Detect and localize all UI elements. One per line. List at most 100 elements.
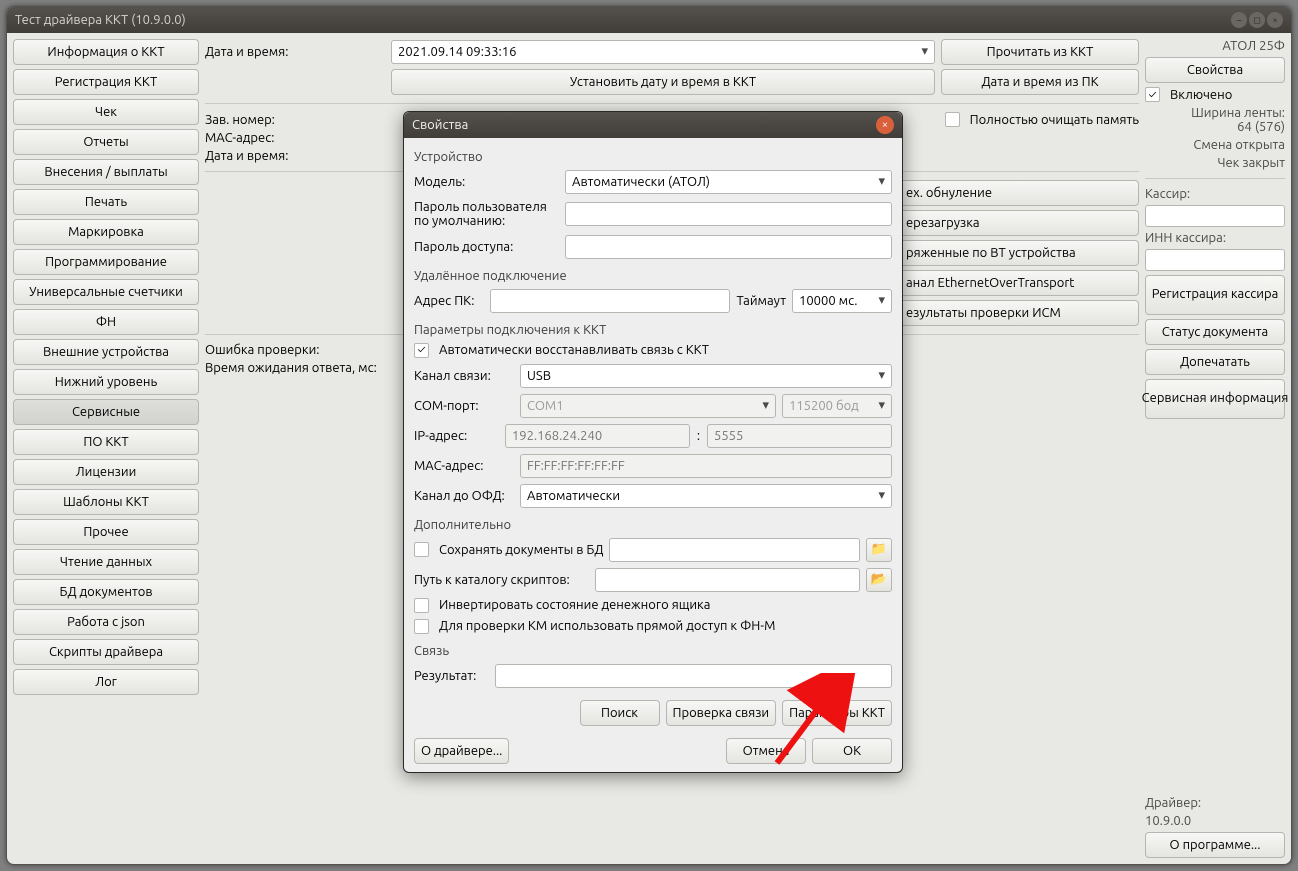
nav-other[interactable]: Прочее (13, 519, 199, 545)
nav-info-kkt[interactable]: Информация о ККТ (13, 39, 199, 65)
btn-reboot[interactable]: ерезагрузка (899, 210, 1139, 236)
nav-reg-kkt[interactable]: Регистрация ККТ (13, 69, 199, 95)
input-pc-address[interactable] (490, 289, 730, 313)
nav-print[interactable]: Печать (13, 189, 199, 215)
label-channel: Канал связи: (414, 369, 514, 383)
label-ip: IP-адрес: (414, 429, 499, 443)
input-ip (505, 424, 690, 448)
nav-templates[interactable]: Шаблоны ККТ (13, 489, 199, 515)
select-ofd-channel[interactable]: Автоматически (520, 484, 892, 508)
nav-scripts[interactable]: Скрипты драйвера (13, 639, 199, 665)
browse-db-icon[interactable]: 📁 (866, 538, 892, 562)
minimize-icon[interactable]: – (1231, 12, 1247, 28)
group-connection: Параметры подключения к ККТ (414, 323, 892, 337)
select-channel[interactable]: USB (520, 364, 892, 388)
checkbox-clear-memory[interactable] (945, 112, 960, 127)
label-inn: ИНН кассира: (1145, 231, 1285, 245)
nav-lowlevel[interactable]: Нижний уровень (13, 369, 199, 395)
input-cashier[interactable] (1145, 205, 1285, 227)
btn-check-connection[interactable]: Проверка связи (666, 700, 777, 726)
nav-read-data[interactable]: Чтение данных (13, 549, 199, 575)
select-model[interactable]: Автоматически (АТОЛ) (565, 170, 892, 194)
select-com-port: COM1 (520, 394, 776, 418)
label-datetime: Дата и время: (205, 45, 385, 59)
maximize-icon[interactable]: ◻ (1249, 12, 1265, 28)
input-mac (520, 454, 892, 478)
nav-programming[interactable]: Программирование (13, 249, 199, 275)
browse-scripts-icon[interactable]: 📂 (866, 568, 892, 592)
input-user-password[interactable] (565, 202, 892, 226)
group-extra: Дополнительно (414, 518, 892, 532)
btn-datetime-pc[interactable]: Дата и время из ПК (941, 69, 1139, 95)
btn-ethernet[interactable]: анал EthernetOverTransport (899, 270, 1139, 296)
label-auto-restore: Автоматически восстанавливать связь с КК… (439, 343, 709, 357)
btn-set-datetime[interactable]: Установить дату и время в ККТ (391, 69, 935, 95)
input-port (707, 424, 892, 448)
nav-payments[interactable]: Внесения / выплаты (13, 159, 199, 185)
btn-ism-results[interactable]: езультаты проверки ИСМ (899, 300, 1139, 326)
label-com-port: COM-порт: (414, 399, 514, 413)
input-result[interactable] (495, 664, 892, 688)
label-scripts-path: Путь к каталогу скриптов: (414, 573, 589, 587)
left-nav: Информация о ККТ Регистрация ККТ Чек Отч… (13, 39, 199, 858)
driver-version: 10.9.0.0 (1145, 814, 1285, 828)
label-dt: Дата и время: (205, 149, 385, 163)
nav-service[interactable]: Сервисные (13, 399, 199, 425)
btn-cancel[interactable]: Отмена (726, 738, 806, 764)
tape-width: Ширина ленты: 64 (576) (1145, 106, 1285, 134)
properties-dialog: Свойства × Устройство Модель: Автоматиче… (403, 111, 903, 773)
nav-external[interactable]: Внешние устройства (13, 339, 199, 365)
nav-marking[interactable]: Маркировка (13, 219, 199, 245)
dialog-title: Свойства (412, 118, 468, 132)
btn-search[interactable]: Поиск (580, 700, 660, 726)
btn-service-info[interactable]: Сервисная информация (1145, 379, 1285, 419)
nav-cheque[interactable]: Чек (13, 99, 199, 125)
checkbox-direct-fnm[interactable] (414, 619, 429, 634)
model-name: АТОЛ 25Ф (1145, 39, 1285, 53)
checkbox-invert-drawer[interactable] (414, 598, 429, 613)
label-ofd-channel: Канал до ОФД: (414, 489, 514, 503)
label-timeout: Время ожидания ответа, мс: (205, 361, 415, 375)
nav-licenses[interactable]: Лицензии (13, 459, 199, 485)
input-access-password[interactable] (565, 235, 892, 259)
checkbox-save-db[interactable] (414, 542, 429, 557)
nav-reports[interactable]: Отчеты (13, 129, 199, 155)
dialog-close-icon[interactable]: × (876, 116, 894, 134)
btn-ok[interactable]: ОК (812, 738, 892, 764)
btn-doc-status[interactable]: Статус документа (1145, 319, 1285, 345)
group-device: Устройство (414, 150, 892, 164)
checkbox-enabled[interactable]: ✓ (1145, 87, 1160, 102)
label-cashier: Кассир: (1145, 187, 1285, 201)
nav-log[interactable]: Лог (13, 669, 199, 695)
datetime-select[interactable]: 2021.09.14 09:33:16 (391, 40, 935, 64)
close-icon[interactable]: × (1267, 12, 1283, 28)
label-result: Результат: (414, 669, 489, 683)
label-access-password: Пароль доступа: (414, 240, 559, 254)
nav-counters[interactable]: Универсальные счетчики (13, 279, 199, 305)
input-inn[interactable] (1145, 249, 1285, 271)
label-direct-fnm: Для проверки КМ использовать прямой дост… (439, 619, 775, 633)
btn-print-more[interactable]: Допечатать (1145, 349, 1285, 375)
nav-firmware[interactable]: ПО ККТ (13, 429, 199, 455)
checkbox-auto-restore[interactable]: ✓ (414, 343, 429, 358)
btn-about-driver[interactable]: О драйвере... (414, 738, 509, 764)
input-db-path[interactable] (609, 538, 860, 562)
btn-bt-devices[interactable]: ряженные по BT устройства (899, 240, 1139, 266)
nav-fn[interactable]: ФН (13, 309, 199, 335)
nav-db-docs[interactable]: БД документов (13, 579, 199, 605)
label-enabled: Включено (1170, 88, 1232, 102)
label-timeout-remote: Таймаут (736, 294, 786, 308)
label-check-error: Ошибка проверки: (205, 343, 385, 357)
select-remote-timeout[interactable]: 10000 мс. (792, 289, 892, 313)
nav-json[interactable]: Работа с json (13, 609, 199, 635)
label-user-password: Пароль пользователя по умолчанию: (414, 200, 559, 229)
btn-about-program[interactable]: О программе... (1145, 832, 1285, 858)
btn-tech-zero[interactable]: ех. обнуление (899, 180, 1139, 206)
cheque-status: Чек закрыт (1145, 156, 1285, 170)
right-panel: АТОЛ 25Ф Свойства ✓ Включено Ширина ленты… (1145, 39, 1285, 858)
input-scripts-path[interactable] (595, 568, 860, 592)
btn-properties[interactable]: Свойства (1145, 57, 1285, 83)
btn-read-kkt[interactable]: Прочитать из ККТ (941, 39, 1139, 65)
btn-kkt-params[interactable]: Параметры ККТ (782, 700, 892, 726)
btn-register-cashier[interactable]: Регистрация кассира (1145, 275, 1285, 315)
